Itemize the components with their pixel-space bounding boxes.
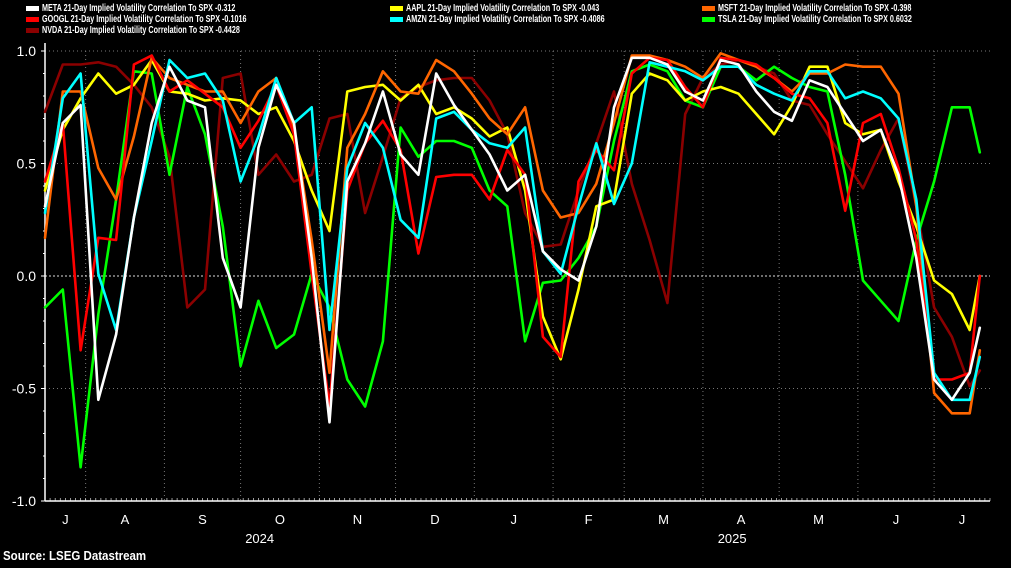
- source-note: Source: LSEG Datastream: [3, 549, 147, 563]
- x-tick-label: M: [658, 512, 669, 527]
- x-tick-label: F: [585, 512, 593, 527]
- x-tick-label: N: [353, 512, 362, 527]
- x-year-label: 2024: [245, 531, 274, 546]
- x-tick-label: J: [62, 512, 69, 527]
- series-line-amzn: [43, 58, 982, 402]
- y-tick-label: 1.0: [17, 43, 37, 59]
- y-tick-label: 0.0: [17, 268, 37, 284]
- x-tick-label: J: [959, 512, 966, 527]
- x-tick-label: S: [198, 512, 207, 527]
- x-tick-label: M: [813, 512, 824, 527]
- x-year-label: 2025: [718, 531, 747, 546]
- x-tick-label: A: [121, 512, 130, 527]
- line-chart: J A S O N D J F M A M J J 2024 2025 1.0 0.5 0.0 -0.5 -1.0: [12, 43, 991, 546]
- y-tick-label: 0.5: [17, 156, 37, 172]
- x-tick-label: D: [430, 512, 439, 527]
- x-tick-label: O: [275, 512, 285, 527]
- x-tick-label: J: [510, 512, 517, 527]
- y-tick-label: -0.5: [12, 381, 36, 397]
- x-tick-label: A: [737, 512, 746, 527]
- y-tick-label: -1.0: [12, 493, 36, 509]
- x-tick-label: J: [893, 512, 900, 527]
